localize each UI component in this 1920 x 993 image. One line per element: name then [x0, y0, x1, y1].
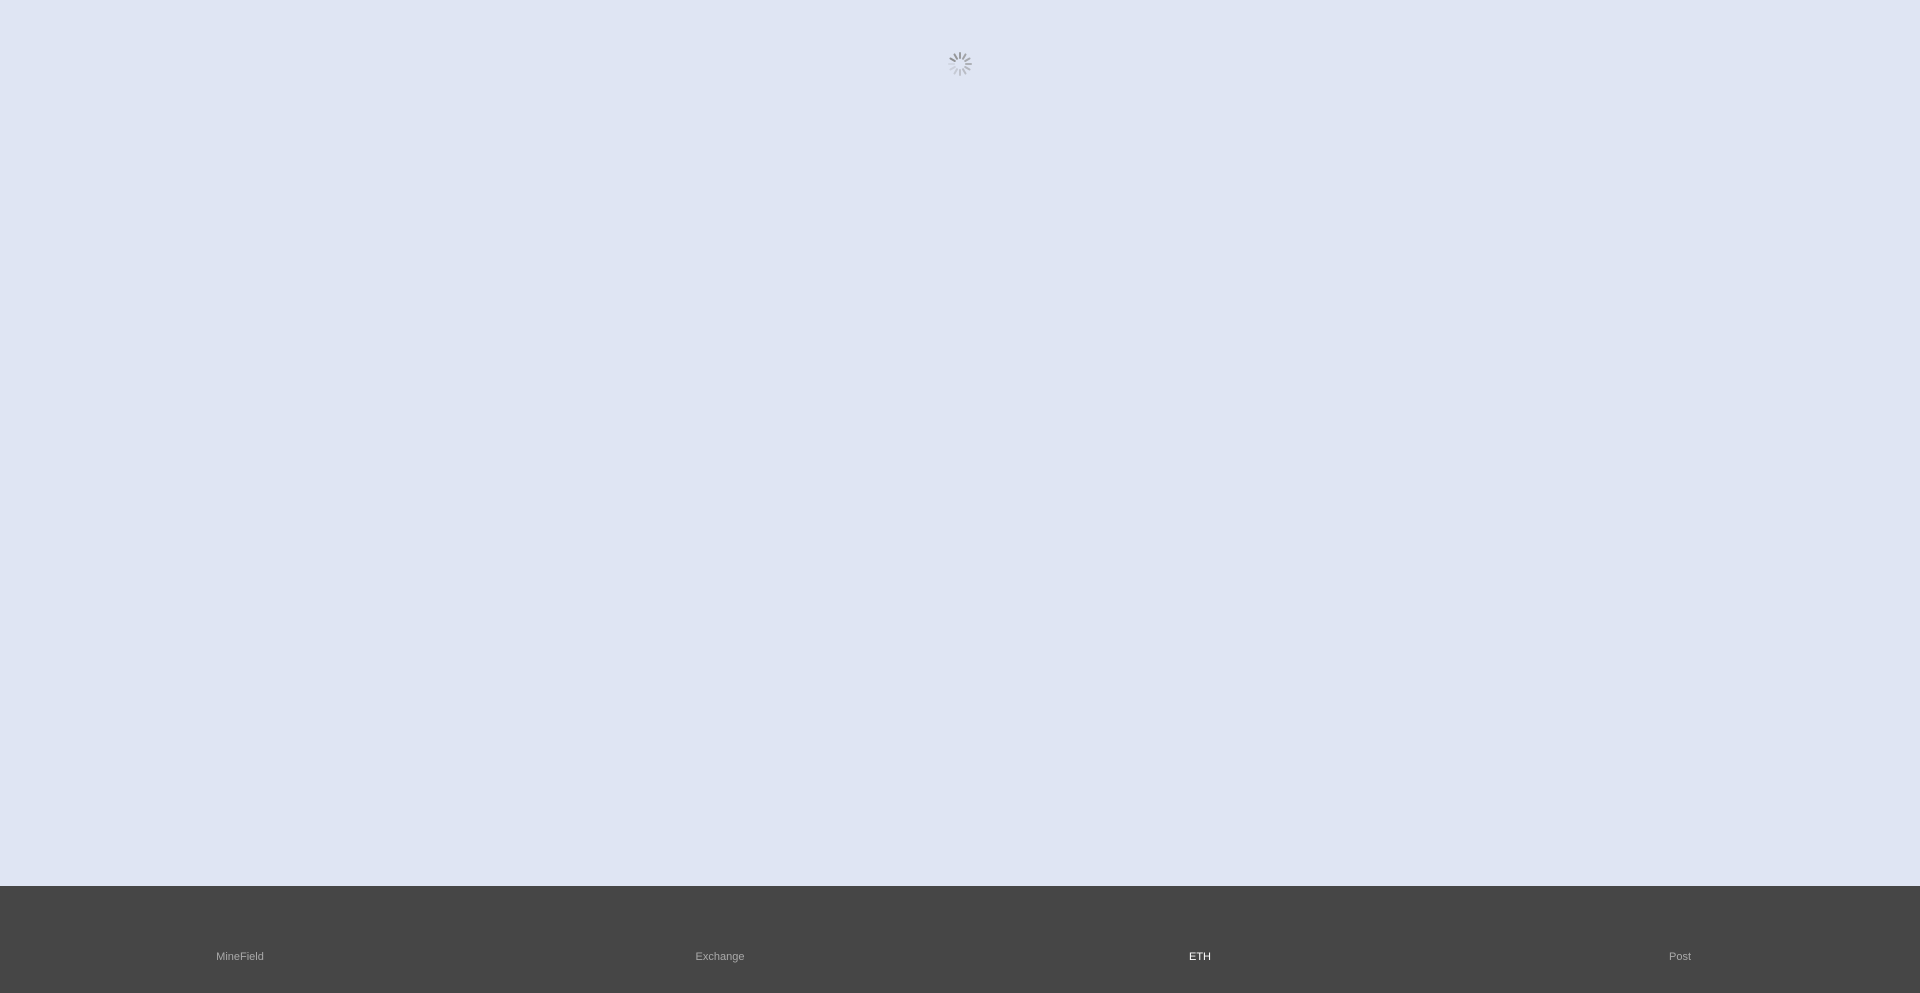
spinner-spoke — [953, 53, 958, 60]
spinner-spoke — [953, 68, 958, 75]
spinner-spoke — [964, 66, 971, 71]
tab-eth[interactable]: ETH — [960, 886, 1440, 993]
tab-label-exchange: Exchange — [695, 951, 745, 963]
tab-label-post: Post — [1668, 951, 1691, 963]
spinner-spoke — [962, 68, 967, 75]
spinner-spoke — [949, 57, 956, 62]
tab-exchange[interactable]: Exchange — [480, 886, 960, 993]
spinner-spoke — [964, 57, 971, 62]
spinner-spoke — [962, 53, 967, 60]
main-content-area — [0, 0, 1920, 886]
loading-spinner-icon — [948, 52, 972, 76]
tab-label-minefield: MineField — [216, 951, 264, 963]
spinner-spoke — [949, 66, 956, 71]
tab-label-eth: ETH — [1189, 951, 1211, 963]
bottom-tab-bar: MineField Exchange ETH Post — [0, 886, 1920, 993]
tab-post[interactable]: Post — [1440, 886, 1920, 993]
tab-minefield[interactable]: MineField — [0, 886, 480, 993]
